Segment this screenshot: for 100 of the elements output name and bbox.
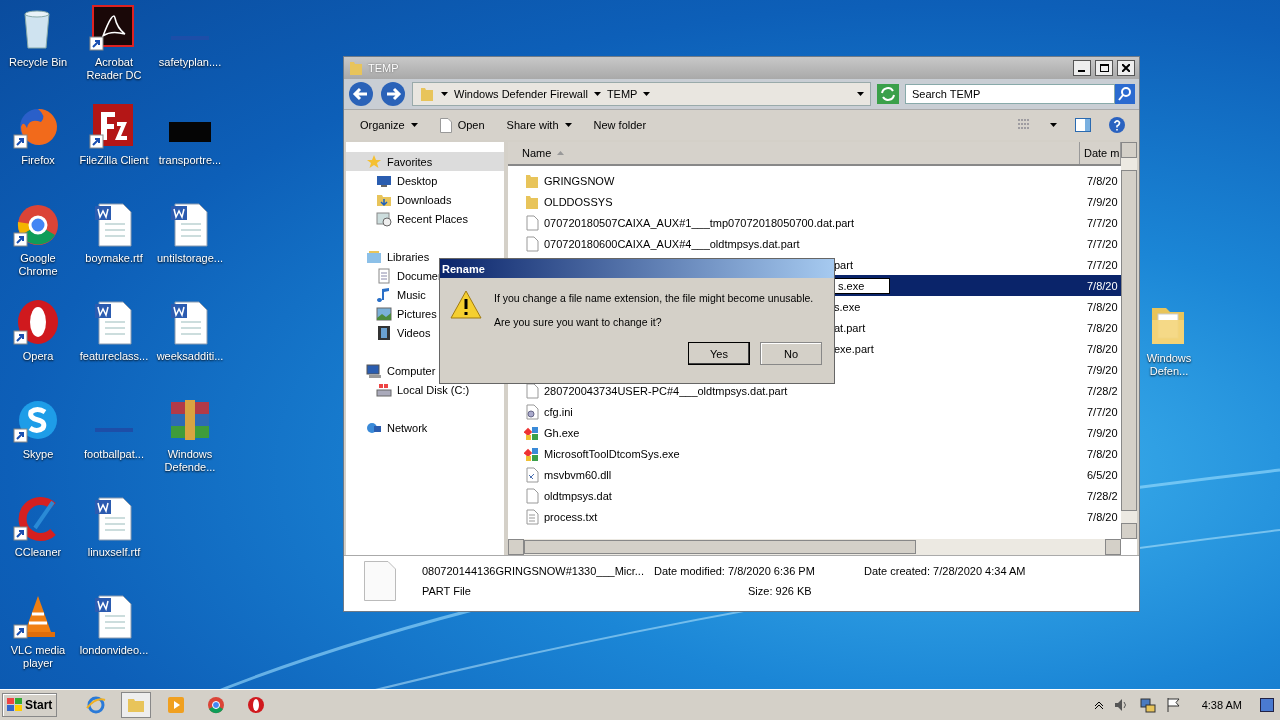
file-row[interactable]: process.txt 7/8/20 bbox=[508, 506, 1121, 527]
nav-item-label: Network bbox=[387, 421, 428, 434]
file-name: MicrosoftToolDtcomSys.exe bbox=[544, 447, 680, 460]
dll-file-icon bbox=[524, 466, 540, 483]
refresh-icon[interactable] bbox=[877, 84, 899, 104]
window-title: TEMP bbox=[368, 62, 400, 74]
film-icon bbox=[376, 324, 392, 341]
desktop-icon-label[interactable]: Google Chrome bbox=[0, 252, 76, 278]
document-icon bbox=[439, 117, 452, 133]
close-button[interactable] bbox=[1117, 60, 1135, 76]
desktop-icon-label[interactable]: Opera bbox=[0, 350, 76, 363]
search-icon[interactable] bbox=[1115, 84, 1135, 104]
nav-item[interactable]: Network bbox=[346, 418, 504, 437]
desktop-icon-label[interactable]: Windows Defende... bbox=[152, 448, 228, 474]
nav-item[interactable]: Local Disk (C:) bbox=[346, 380, 504, 399]
desktop-icon-label[interactable]: untilstorage... bbox=[152, 252, 228, 265]
help-icon[interactable] bbox=[1109, 117, 1125, 133]
close-icon bbox=[1122, 64, 1130, 72]
chevron-up-icon[interactable] bbox=[1093, 700, 1104, 710]
file-type: PART File bbox=[422, 585, 472, 597]
desktop-icon-label[interactable]: Acrobat Reader DC bbox=[76, 56, 152, 82]
file-name: process.txt bbox=[544, 510, 598, 523]
network-icon[interactable] bbox=[1139, 697, 1156, 713]
desktop-icon-label[interactable]: transportre... bbox=[152, 154, 228, 167]
toolbar-button[interactable]: Organize bbox=[358, 117, 420, 133]
ie-icon bbox=[86, 695, 107, 715]
toolbar-button[interactable]: New folder bbox=[591, 117, 649, 133]
breadcrumb-item[interactable]: Windows Defender Firewall bbox=[454, 88, 588, 100]
forward-button[interactable] bbox=[380, 81, 406, 107]
vertical-scrollbar[interactable] bbox=[1121, 142, 1137, 539]
file-row[interactable]: 070720180507CAIXA_AUX#1___tmp07072018050700.dat.part 7/7/20 bbox=[508, 212, 1121, 233]
name-column-header[interactable]: Name bbox=[508, 142, 1080, 164]
address-bar[interactable]: Windows Defender Firewall TEMP bbox=[412, 82, 871, 106]
date-modified: Date modified: 7/8/2020 6:36 PM bbox=[654, 565, 816, 577]
caret-icon bbox=[857, 92, 864, 96]
rename-field[interactable]: s.exe bbox=[834, 277, 890, 294]
application-icon bbox=[524, 424, 540, 441]
file-row[interactable]: oldtmpsys.dat 7/28/2 bbox=[508, 485, 1121, 506]
date-cell-text: 7/28/2 bbox=[1087, 384, 1119, 397]
file-name: GRINGSNOW bbox=[544, 174, 615, 187]
nav-item[interactable]: Favorites bbox=[346, 152, 504, 171]
file-name: s.exe bbox=[834, 300, 861, 313]
maximize-button[interactable] bbox=[1095, 60, 1113, 76]
preview-pane-icon[interactable] bbox=[1075, 118, 1091, 132]
nav-item-label: Videos bbox=[397, 326, 431, 339]
maximize-icon bbox=[1099, 64, 1109, 72]
file-row[interactable]: MicrosoftToolDtcomSys.exe 7/8/20 bbox=[508, 443, 1121, 464]
file-row[interactable]: 280720043734USER-PC#4___oldtmpsys.dat.part 7/28/2 bbox=[508, 380, 1121, 401]
file-name: oldtmpsys.dat bbox=[544, 489, 612, 502]
desktop-icon-label[interactable]: safetyplan.... bbox=[152, 56, 228, 69]
dialog-button[interactable]: No bbox=[760, 342, 822, 365]
toolbar-button[interactable]: Share with bbox=[504, 117, 574, 133]
media-player-icon bbox=[166, 695, 187, 715]
minimize-button[interactable] bbox=[1073, 60, 1091, 76]
nav-item[interactable]: Computer bbox=[346, 361, 504, 380]
caret-icon bbox=[441, 92, 448, 96]
taskbar-button[interactable] bbox=[121, 692, 152, 718]
file-row[interactable]: msvbvm60.dll 6/5/20 bbox=[508, 464, 1121, 485]
nav-item-label: Local Disk (C:) bbox=[397, 383, 470, 396]
dialog-message: If you change a file name extension, the file might become unusable. bbox=[494, 292, 814, 304]
clock[interactable]: 4:38 AM bbox=[1201, 699, 1242, 711]
nav-item[interactable]: Downloads bbox=[346, 190, 504, 209]
date-cell-text: 7/8/20 bbox=[1087, 174, 1119, 187]
nav-item[interactable]: Recent Places bbox=[346, 209, 504, 228]
desktop-icon-label[interactable]: Skype bbox=[0, 448, 76, 461]
file-row[interactable]: GRINGSNOW 7/8/20 bbox=[508, 170, 1121, 191]
file-row[interactable]: 070720180600CAIXA_AUX#4___oldtmpsys.dat.part 7/7/20 bbox=[508, 233, 1121, 254]
music-note-icon bbox=[376, 286, 392, 303]
desktop-icon-label[interactable]: linuxself.rtf bbox=[76, 546, 152, 559]
file-row[interactable]: cfg.ini 7/7/20 bbox=[508, 401, 1121, 422]
desktop-icon-label[interactable]: Firefox bbox=[0, 154, 76, 167]
file-name: cfg.ini bbox=[544, 405, 573, 418]
back-button[interactable] bbox=[348, 81, 374, 107]
toolbar-button[interactable]: Open bbox=[437, 115, 487, 135]
date-cell-text: 7/7/20 bbox=[1087, 405, 1119, 418]
chrome-icon bbox=[206, 695, 227, 715]
horizontal-scrollbar[interactable] bbox=[508, 539, 1121, 555]
desktop-icon-label[interactable]: boymake.rtf bbox=[76, 252, 152, 265]
search-field[interactable]: Search TEMP bbox=[905, 84, 1115, 104]
file-row[interactable]: Gh.exe 7/9/20 bbox=[508, 422, 1121, 443]
nav-item[interactable]: Desktop bbox=[346, 171, 504, 190]
file-name: OLDDOSSYS bbox=[544, 195, 613, 208]
nav-item-label: Favorites bbox=[387, 155, 433, 168]
desktop-icon-label[interactable]: footballpat... bbox=[76, 448, 152, 461]
desktop-icon-label[interactable]: FileZilla Client bbox=[76, 154, 152, 167]
picture-icon bbox=[376, 305, 392, 322]
flag-icon[interactable] bbox=[1165, 697, 1182, 713]
desktop-icon-label[interactable]: VLC media player bbox=[0, 644, 76, 670]
desktop-icon-label[interactable]: londonvideo... bbox=[76, 644, 152, 657]
desktop-icon-label[interactable]: Recycle Bin bbox=[0, 56, 76, 69]
file-icon bbox=[364, 561, 396, 601]
dialog-button[interactable]: Yes bbox=[688, 342, 750, 365]
start-button[interactable]: Start bbox=[2, 693, 58, 717]
recent-places-icon bbox=[376, 210, 392, 227]
breadcrumb-item[interactable]: TEMP bbox=[606, 88, 638, 100]
desktop-icon-label[interactable]: weeksadditi... bbox=[152, 350, 228, 363]
desktop-icon-label[interactable]: CCleaner bbox=[0, 546, 76, 559]
file-row[interactable]: OLDDOSSYS 7/9/20 bbox=[508, 191, 1121, 212]
desktop-icon-label[interactable]: featureclass... bbox=[76, 350, 152, 363]
show-desktop-icon[interactable] bbox=[1260, 698, 1274, 712]
